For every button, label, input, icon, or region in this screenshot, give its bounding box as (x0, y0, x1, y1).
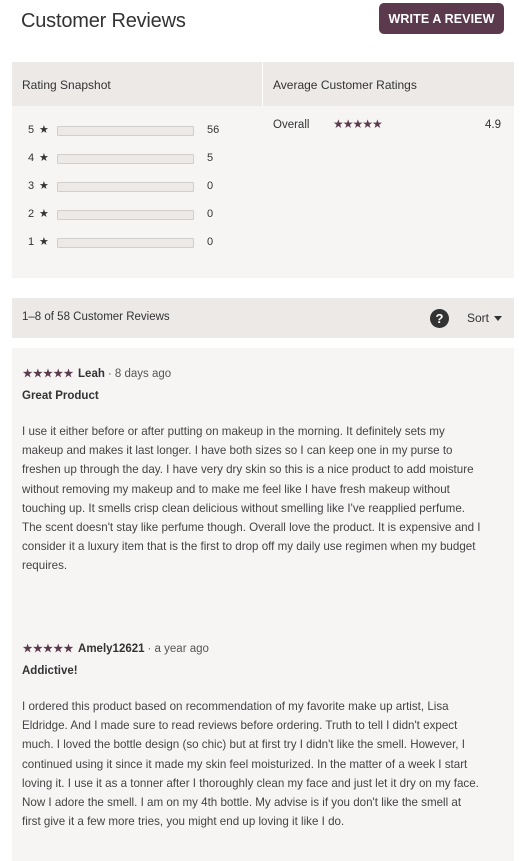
reviews-toolbar: 1–8 of 58 Customer Reviews ? Sort (12, 298, 514, 338)
rating-row-label: 3 (28, 180, 35, 192)
rating-row-5[interactable]: 5 ★ 56 (28, 124, 248, 138)
review-meta: ★★★★★ Amely12621 · a year ago (22, 639, 209, 655)
overall-label: Overall (273, 119, 310, 131)
rating-row-label: 5 (28, 124, 35, 136)
rating-bar (57, 126, 194, 136)
overall-stars-icon: ★★★★★ (333, 117, 383, 131)
star-icon: ★ (39, 236, 49, 248)
average-ratings-title: Average Customer Ratings (273, 78, 417, 92)
overall-rating-row: Overall ★★★★★ 4.9 (273, 117, 503, 135)
review-author[interactable]: Amely12621 (78, 643, 145, 655)
review-author[interactable]: Leah (78, 368, 105, 380)
rating-count: 56 (207, 124, 220, 136)
page-title: Customer Reviews (21, 10, 186, 32)
review-date: · a year ago (147, 643, 209, 655)
rating-row-label: 4 (28, 152, 35, 164)
star-icon: ★ (39, 124, 49, 136)
star-icon: ★ (39, 152, 49, 164)
rating-row-2[interactable]: 2 ★ 0 (28, 208, 248, 222)
snapshot-header: Rating Snapshot Average Customer Ratings (12, 62, 514, 106)
review-body: I ordered this product based on recommen… (22, 700, 479, 829)
rating-snapshot-title: Rating Snapshot (22, 78, 111, 92)
rating-count: 0 (207, 236, 214, 248)
reviews-header: Customer Reviews WRITE A REVIEW (0, 0, 527, 60)
review-count: 1–8 of 58 Customer Reviews (22, 311, 170, 323)
rating-count: 0 (207, 180, 214, 192)
sort-label: Sort (467, 311, 490, 325)
help-icon[interactable]: ? (430, 309, 449, 328)
review-stars-icon: ★★★★★ (22, 641, 74, 656)
rating-count: 5 (207, 152, 214, 164)
rating-bar (57, 238, 194, 248)
review-title: Addictive! (22, 665, 78, 677)
rating-row-1[interactable]: 1 ★ 0 (28, 236, 248, 250)
star-icon: ★ (39, 208, 49, 220)
rating-snapshot-panel: Rating Snapshot Average Customer Ratings… (12, 62, 514, 278)
review-list: ★★★★★ Leah · 8 days ago Great Product I us… (12, 348, 514, 861)
star-icon: ★ (39, 180, 49, 192)
rating-bar (57, 154, 194, 164)
rating-row-3[interactable]: 3 ★ 0 (28, 180, 248, 194)
header-divider (262, 62, 263, 106)
write-review-button[interactable]: WRITE A REVIEW (379, 3, 504, 34)
rating-row-label: 1 (28, 236, 35, 248)
review-date: · 8 days ago (107, 368, 172, 380)
review-meta: ★★★★★ Leah · 8 days ago (22, 364, 171, 380)
review-stars-icon: ★★★★★ (22, 366, 74, 381)
rating-row-4[interactable]: 4 ★ 5 (28, 152, 248, 166)
rating-count: 0 (207, 208, 214, 220)
review-title: Great Product (22, 390, 99, 402)
rating-bar (57, 210, 194, 220)
overall-score: 4.9 (485, 119, 501, 131)
chevron-down-icon (494, 316, 503, 322)
rating-bar (57, 182, 194, 192)
sort-dropdown[interactable]: Sort (467, 311, 503, 325)
review-body: I use it either before or after putting … (22, 425, 481, 573)
rating-row-label: 2 (28, 208, 35, 220)
